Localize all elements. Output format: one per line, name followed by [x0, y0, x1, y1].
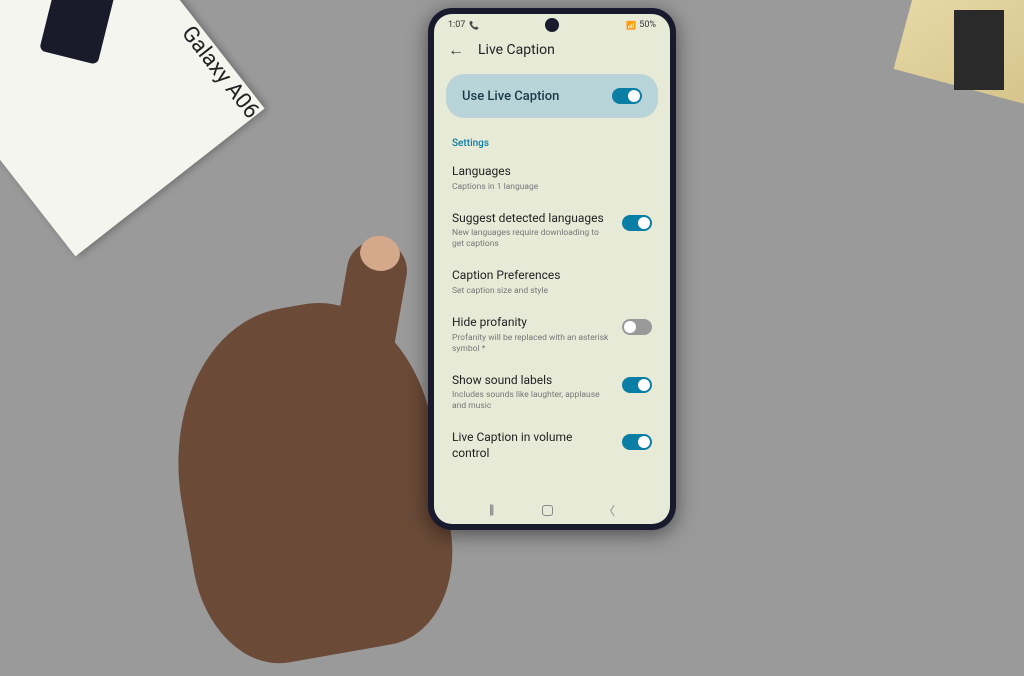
- setting-title: Live Caption in volume control: [452, 430, 610, 461]
- settings-list: Languages Captions in 1 language Suggest d…: [434, 155, 670, 471]
- setting-text: Hide profanity Profanity will be replaced…: [452, 315, 610, 355]
- nav-back-button[interactable]: 〈: [603, 502, 615, 519]
- recent-apps-button[interactable]: |||: [489, 503, 493, 518]
- hand: [152, 286, 469, 676]
- status-battery: 50%: [639, 20, 656, 30]
- use-live-caption-toggle[interactable]: [612, 88, 642, 104]
- use-live-caption-label: Use Live Caption: [462, 89, 559, 104]
- setting-toggle[interactable]: [622, 377, 652, 393]
- setting-row[interactable]: Show sound labelsIncludes sounds like la…: [434, 364, 670, 422]
- setting-row[interactable]: Caption Preferences Set caption size and …: [434, 259, 670, 306]
- toggle-wrap: [622, 315, 652, 335]
- setting-text: Suggest detected languagesNew languages …: [452, 211, 610, 251]
- toggle-knob: [638, 217, 650, 229]
- toggle-knob: [638, 379, 650, 391]
- setting-description: Captions in 1 language: [452, 182, 652, 193]
- setting-text: Languages Captions in 1 language: [452, 164, 652, 193]
- home-button[interactable]: [542, 505, 553, 516]
- box-phone-image: [39, 0, 124, 65]
- setting-row[interactable]: Hide profanity Profanity will be replaced…: [434, 306, 670, 364]
- wood-dark-piece: [954, 10, 1004, 90]
- toggle-wrap: [622, 373, 652, 393]
- navigation-bar: ||| 〈: [434, 496, 670, 524]
- toggle-wrap: [622, 430, 652, 450]
- setting-toggle[interactable]: [622, 434, 652, 450]
- setting-toggle[interactable]: [622, 215, 652, 231]
- setting-description: Set caption size and style: [452, 286, 652, 297]
- back-arrow-icon[interactable]: ←: [448, 40, 464, 60]
- setting-row[interactable]: Suggest detected languagesNew languages …: [434, 202, 670, 260]
- toggle-wrap: [622, 211, 652, 231]
- setting-title: Caption Preferences: [452, 268, 652, 284]
- setting-description: Profanity will be replaced with an aster…: [452, 333, 610, 355]
- fingertip: [357, 233, 402, 274]
- setting-text: Caption Preferences Set caption size and …: [452, 268, 652, 297]
- setting-text: Show sound labelsIncludes sounds like la…: [452, 373, 610, 413]
- setting-toggle[interactable]: [622, 319, 652, 335]
- setting-description: New languages require downloading to get…: [452, 228, 610, 250]
- signal-icon: 📶: [626, 21, 636, 30]
- page-title: Live Caption: [478, 42, 555, 58]
- setting-title: Hide profanity: [452, 315, 610, 331]
- setting-text: Live Caption in volume control: [452, 430, 610, 461]
- toggle-knob: [624, 321, 636, 333]
- setting-title: Show sound labels: [452, 373, 610, 389]
- setting-row[interactable]: Languages Captions in 1 language: [434, 155, 670, 202]
- phone-icon: 📞: [469, 21, 479, 30]
- toggle-knob: [638, 436, 650, 448]
- toggle-knob: [628, 90, 640, 102]
- use-live-caption-card[interactable]: Use Live Caption: [446, 74, 658, 118]
- product-box: [0, 0, 265, 256]
- camera-notch: [545, 18, 559, 32]
- phone-device: 1:07 📞 📶 50% ← Live Caption Use Live Cap…: [428, 8, 676, 530]
- setting-row[interactable]: Live Caption in volume control: [434, 421, 670, 470]
- status-time: 1:07: [448, 20, 465, 30]
- setting-description: Includes sounds like laughter, applause …: [452, 390, 610, 412]
- setting-title: Suggest detected languages: [452, 211, 610, 227]
- page-header: ← Live Caption: [434, 32, 670, 68]
- setting-title: Languages: [452, 164, 652, 180]
- settings-section-label: Settings: [434, 124, 670, 155]
- phone-screen: 1:07 📞 📶 50% ← Live Caption Use Live Cap…: [434, 14, 670, 524]
